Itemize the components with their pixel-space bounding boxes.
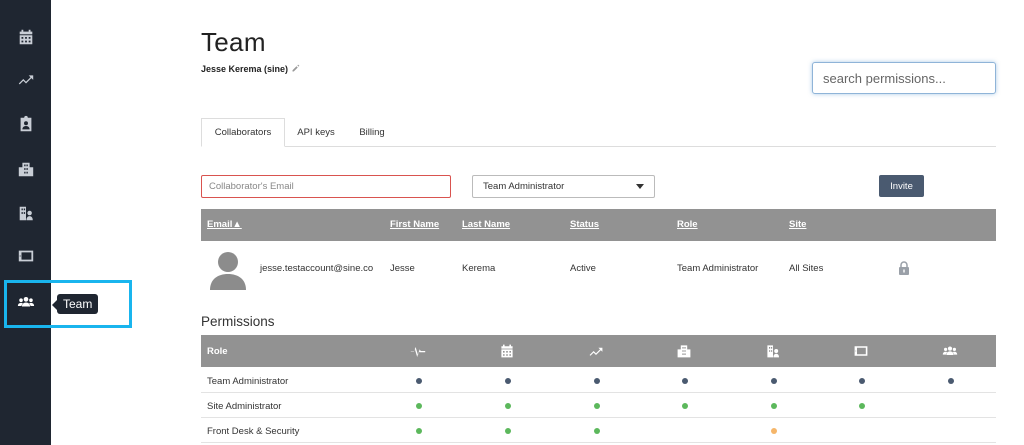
lock-icon[interactable] — [898, 261, 910, 275]
permission-dot[interactable] — [416, 428, 422, 434]
building-user-icon — [765, 343, 781, 359]
sidebar-item-calendar[interactable] — [0, 19, 51, 59]
team-subtitle: Jesse Kerema (sine) — [201, 63, 301, 75]
tab-bar: Collaborators API keys Billing — [201, 118, 996, 147]
permission-dot[interactable] — [859, 378, 865, 384]
permission-dot[interactable] — [771, 403, 777, 409]
tab-billing[interactable]: Billing — [349, 118, 395, 147]
permission-dot[interactable] — [682, 403, 688, 409]
calendar-icon — [499, 343, 515, 359]
cell-last-name: Kerema — [462, 263, 496, 274]
sidebar-item-trends[interactable] — [0, 61, 51, 101]
permission-dot[interactable] — [771, 428, 777, 434]
permission-dot[interactable] — [594, 378, 600, 384]
building-icon — [17, 160, 35, 183]
permission-dot[interactable] — [416, 378, 422, 384]
calendar-icon — [17, 28, 35, 51]
permissions-table-header: Role — [201, 335, 996, 367]
col-site[interactable]: Site — [789, 219, 806, 230]
permission-dot[interactable] — [682, 378, 688, 384]
permission-row[interactable]: Site Administrator — [201, 393, 996, 418]
collaborator-email-input[interactable] — [201, 175, 451, 198]
building-user-icon — [17, 204, 35, 227]
permission-dot[interactable] — [594, 403, 600, 409]
trending-icon — [17, 70, 35, 93]
permission-dot[interactable] — [505, 403, 511, 409]
permission-dot[interactable] — [948, 378, 954, 384]
permission-role-name: Front Desk & Security — [207, 426, 300, 437]
avatar — [210, 252, 246, 290]
table-row[interactable]: jesse.testaccount@sine.co Jesse Kerema A… — [201, 241, 996, 298]
building-icon — [676, 343, 692, 359]
page-title: Team — [201, 27, 266, 57]
cell-site: All Sites — [789, 263, 824, 274]
permission-dot[interactable] — [505, 428, 511, 434]
clipboard-user-icon — [17, 115, 35, 138]
role-select-value: Team Administrator — [483, 181, 565, 192]
permission-row[interactable]: Team Administrator — [201, 368, 996, 393]
permission-dot[interactable] — [505, 378, 511, 384]
col-email[interactable]: Email▲ — [207, 219, 242, 230]
tablet-icon — [853, 343, 869, 359]
sidebar-item-site-users[interactable] — [0, 195, 51, 235]
caret-down-icon — [636, 184, 644, 189]
invite-button[interactable]: Invite — [879, 175, 924, 197]
permission-role-name: Team Administrator — [207, 376, 289, 387]
edit-pencil-icon[interactable] — [291, 63, 301, 75]
sidebar-item-devices[interactable] — [0, 238, 51, 278]
tab-collaborators[interactable]: Collaborators — [201, 118, 285, 147]
sidebar-item-visitors[interactable] — [0, 106, 51, 146]
sidebar-tooltip: Team — [51, 294, 99, 314]
permission-dot[interactable] — [771, 378, 777, 384]
cell-role: Team Administrator — [677, 263, 759, 274]
col-role: Role — [207, 346, 228, 357]
col-last-name[interactable]: Last Name — [462, 219, 510, 230]
col-status[interactable]: Status — [570, 219, 599, 230]
permission-dot[interactable] — [594, 428, 600, 434]
team-icon — [942, 343, 958, 359]
activity-icon — [410, 343, 426, 359]
cell-email: jesse.testaccount@sine.co — [260, 263, 374, 274]
permission-dot[interactable] — [416, 403, 422, 409]
cell-status: Active — [570, 263, 596, 274]
search-permissions-input[interactable] — [812, 62, 996, 94]
col-role[interactable]: Role — [677, 219, 698, 230]
sidebar — [0, 0, 51, 445]
permission-row[interactable]: Front Desk & Security — [201, 418, 996, 443]
permissions-title: Permissions — [201, 314, 275, 329]
cell-first-name: Jesse — [390, 263, 415, 274]
tablet-icon — [17, 247, 35, 270]
sidebar-item-sites[interactable] — [0, 151, 51, 191]
team-owner-name: Jesse Kerema (sine) — [201, 64, 289, 74]
collaborators-table-header: Email▲ First Name Last Name Status Role … — [201, 209, 996, 241]
permission-role-name: Site Administrator — [207, 401, 282, 412]
permission-dot[interactable] — [859, 403, 865, 409]
role-select[interactable]: Team Administrator — [472, 175, 655, 198]
trending-icon — [588, 343, 604, 359]
col-first-name[interactable]: First Name — [390, 219, 439, 230]
tab-api-keys[interactable]: API keys — [289, 118, 343, 147]
